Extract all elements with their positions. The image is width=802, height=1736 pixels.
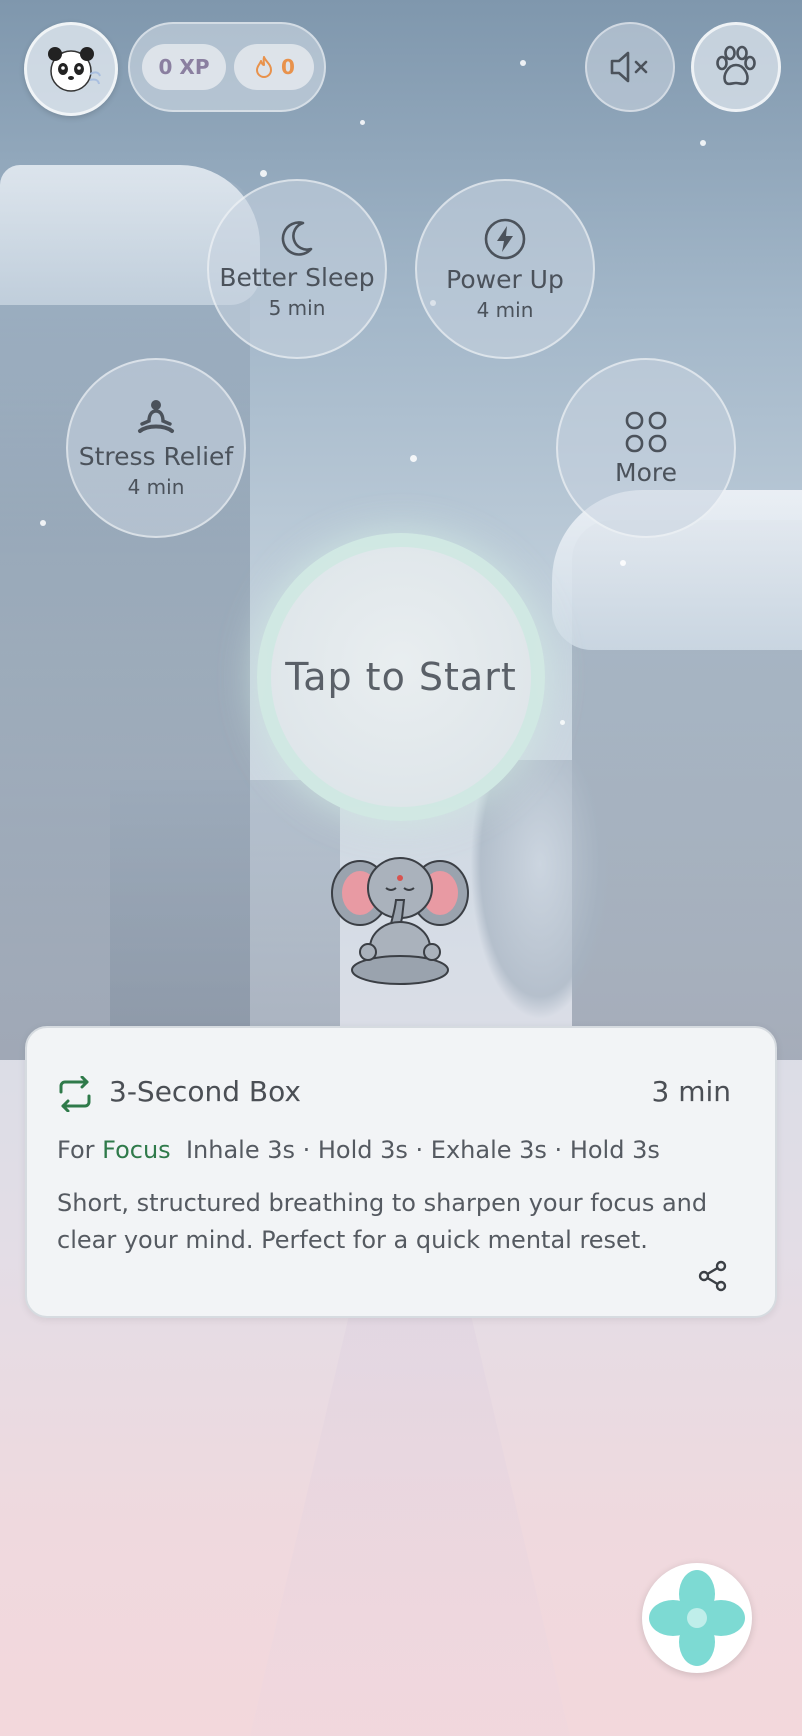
mute-button[interactable] (585, 22, 675, 112)
paw-button[interactable] (691, 22, 781, 112)
streak-count: 0 (281, 55, 295, 79)
streak-badge[interactable]: 0 (234, 44, 314, 90)
flame-icon (256, 56, 273, 78)
repeat-icon (59, 1076, 91, 1112)
grid-icon (625, 411, 667, 452)
exercise-duration: 3 min (651, 1075, 731, 1108)
meditation-icon (138, 399, 174, 433)
flower-icon (649, 1570, 745, 1666)
better-sleep-button[interactable]: Better Sleep 5 min (207, 179, 387, 359)
snowy-tree (470, 760, 610, 1020)
better-sleep-duration: 5 min (268, 295, 326, 320)
xp-label: 0 XP (158, 55, 210, 79)
power-up-label: Power Up (446, 264, 564, 294)
tap-to-start-button[interactable]: Tap to Start (257, 533, 545, 821)
exercise-description: Short, structured breathing to sharpen y… (57, 1189, 708, 1254)
snowflake (40, 520, 46, 526)
snowy-house-middle (110, 780, 340, 1040)
for-prefix: For (57, 1136, 95, 1164)
stress-relief-label: Stress Relief (78, 441, 234, 471)
xp-badge[interactable]: 0 XP (142, 44, 226, 90)
snowflake (260, 170, 267, 177)
exercise-title: 3-Second Box (109, 1075, 301, 1108)
elephant-mascot (331, 857, 469, 985)
snowy-path (250, 1260, 570, 1736)
breathing-flower-button[interactable] (642, 1563, 752, 1673)
tap-to-start-label: Tap to Start (285, 655, 517, 699)
more-label: More (615, 457, 677, 487)
snowflake (410, 455, 417, 462)
moon-icon (281, 220, 313, 256)
snowflake (520, 60, 526, 66)
breathing-pattern: Inhale 3s · Hold 3s · Exhale 3s · Hold 3… (185, 1136, 660, 1164)
snowflake (560, 720, 565, 725)
panda-icon (48, 47, 101, 92)
more-button[interactable]: More (556, 358, 736, 538)
lightning-icon (484, 218, 526, 259)
panda-avatar-button[interactable] (24, 22, 118, 116)
speaker-muted-icon (610, 51, 648, 83)
stats-pill: 0 XP 0 (128, 22, 326, 112)
exercise-info-card: 3-Second Box 3 min For Focus Inhale 3s ·… (25, 1026, 777, 1318)
stress-relief-duration: 4 min (127, 474, 185, 499)
share-icon[interactable] (697, 1260, 729, 1292)
focus-tag: Focus (102, 1136, 171, 1164)
exercise-meta: For Focus Inhale 3s · Hold 3s · Exhale 3… (57, 1136, 660, 1164)
snowflake (700, 140, 706, 146)
stress-relief-button[interactable]: Stress Relief 4 min (66, 358, 246, 538)
power-up-button[interactable]: Power Up 4 min (415, 179, 595, 359)
power-up-duration: 4 min (476, 297, 534, 322)
better-sleep-label: Better Sleep (219, 262, 375, 292)
snowflake (360, 120, 365, 125)
snowflake (620, 560, 626, 566)
paw-icon (716, 45, 756, 86)
